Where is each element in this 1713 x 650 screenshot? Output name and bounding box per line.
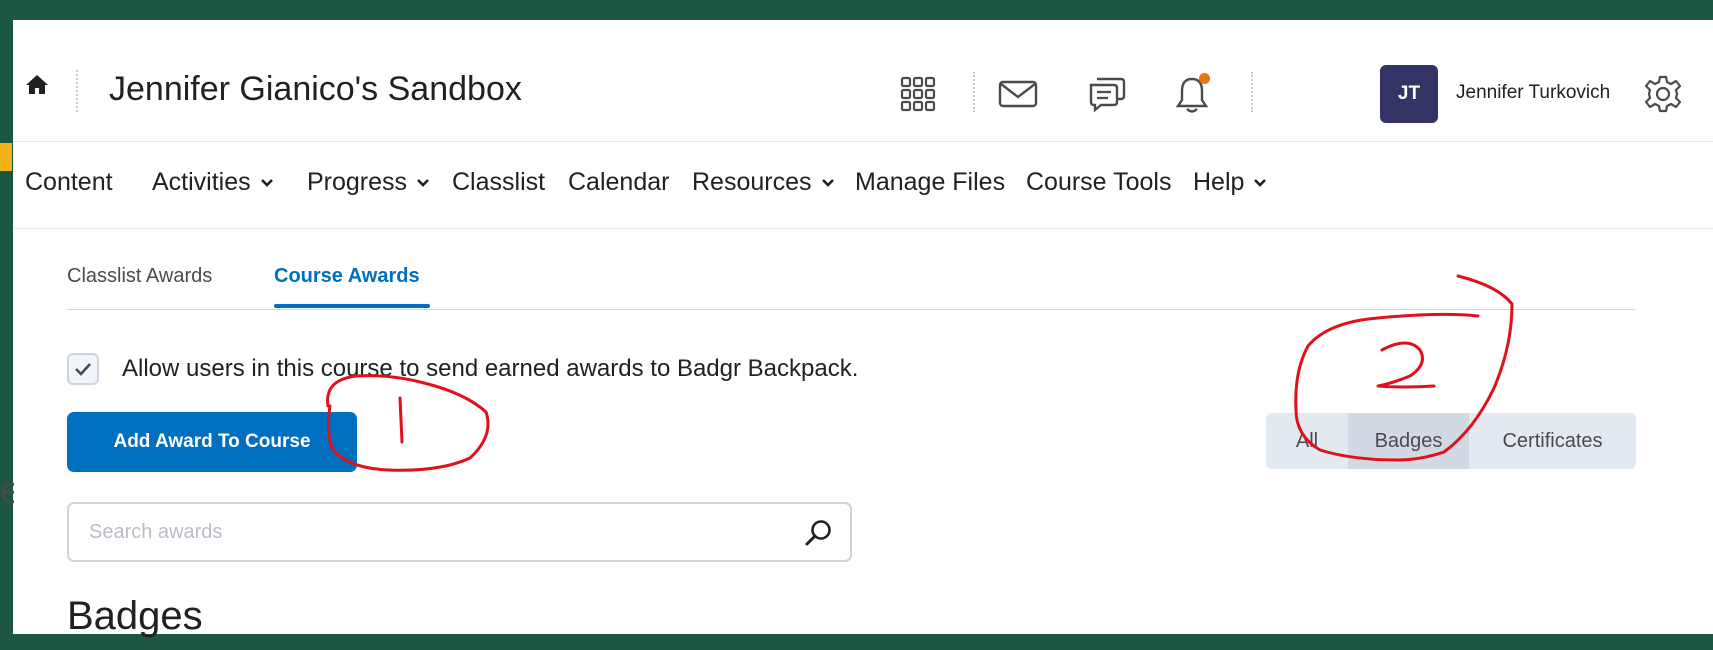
frame-bottom: [0, 634, 1713, 650]
checkmark-icon: [75, 363, 91, 376]
nav-content[interactable]: Content: [25, 168, 113, 197]
badgr-backpack-checkbox[interactable]: [67, 353, 99, 385]
course-navbar: Content Activities Progress Classlist Ca…: [13, 142, 1713, 229]
nav-manage-files[interactable]: Manage Files: [855, 168, 1005, 197]
award-type-filter: All Badges Certificates: [1266, 413, 1636, 469]
section-heading: Badges: [67, 594, 203, 638]
nav-activities[interactable]: Activities: [152, 168, 274, 197]
search-box: [67, 502, 852, 562]
search-input[interactable]: [89, 504, 769, 560]
header-separator: [973, 72, 975, 112]
nav-label: Course Tools: [1026, 168, 1172, 196]
avatar[interactable]: JT: [1380, 65, 1438, 123]
filter-all[interactable]: All: [1266, 413, 1348, 469]
chevron-down-icon: [417, 178, 429, 187]
nav-label: Content: [25, 168, 113, 196]
chevron-down-icon: [1254, 178, 1267, 187]
tab-course-awards[interactable]: Course Awards: [274, 265, 420, 288]
nav-label: Calendar: [568, 168, 670, 196]
notifications-bell-icon[interactable]: [1170, 72, 1214, 116]
course-selector-grid-icon[interactable]: [896, 72, 940, 116]
add-award-button[interactable]: Add Award To Course: [67, 412, 357, 472]
filter-badges[interactable]: Badges: [1348, 413, 1469, 469]
notification-dot: [1199, 73, 1210, 84]
user-name[interactable]: Jennifer Turkovich: [1456, 82, 1610, 104]
frame-top: [0, 0, 1713, 20]
nav-help[interactable]: Help: [1193, 168, 1267, 197]
search-icon[interactable]: [804, 518, 834, 548]
course-title[interactable]: Jennifer Gianico's Sandbox: [109, 70, 522, 109]
tabs-divider: [67, 309, 1635, 310]
frame-left: [0, 0, 13, 650]
nav-label: Help: [1193, 168, 1245, 196]
nav-label: Resources: [692, 168, 812, 196]
top-header: Jennifer Gianico's Sandbox JT Jennifer T…: [13, 20, 1713, 142]
header-separator: [76, 70, 78, 112]
background-peek-text: e: [0, 472, 14, 510]
header-separator: [1251, 72, 1253, 112]
nav-label: Activities: [152, 168, 251, 196]
settings-gear-icon[interactable]: [1641, 72, 1685, 116]
chevron-down-icon: [260, 178, 273, 187]
nav-label: Manage Files: [855, 168, 1006, 196]
nav-resources[interactable]: Resources: [692, 168, 835, 197]
chevron-down-icon: [821, 178, 834, 187]
nav-calendar[interactable]: Calendar: [568, 168, 669, 197]
filter-certificates[interactable]: Certificates: [1469, 413, 1636, 469]
messages-icon[interactable]: [1085, 72, 1129, 116]
tab-classlist-awards[interactable]: Classlist Awards: [67, 265, 212, 288]
badgr-backpack-label: Allow users in this course to send earne…: [122, 355, 859, 382]
nav-label: Progress: [307, 168, 408, 196]
nav-label: Classlist: [452, 168, 546, 196]
nav-progress[interactable]: Progress: [307, 168, 430, 197]
nav-classlist[interactable]: Classlist: [452, 168, 545, 197]
home-icon[interactable]: [25, 72, 49, 96]
nav-course-tools[interactable]: Course Tools: [1026, 168, 1171, 197]
active-tab-indicator: [274, 304, 430, 308]
background-peek-accent: [0, 143, 12, 171]
mail-icon[interactable]: [996, 72, 1040, 116]
